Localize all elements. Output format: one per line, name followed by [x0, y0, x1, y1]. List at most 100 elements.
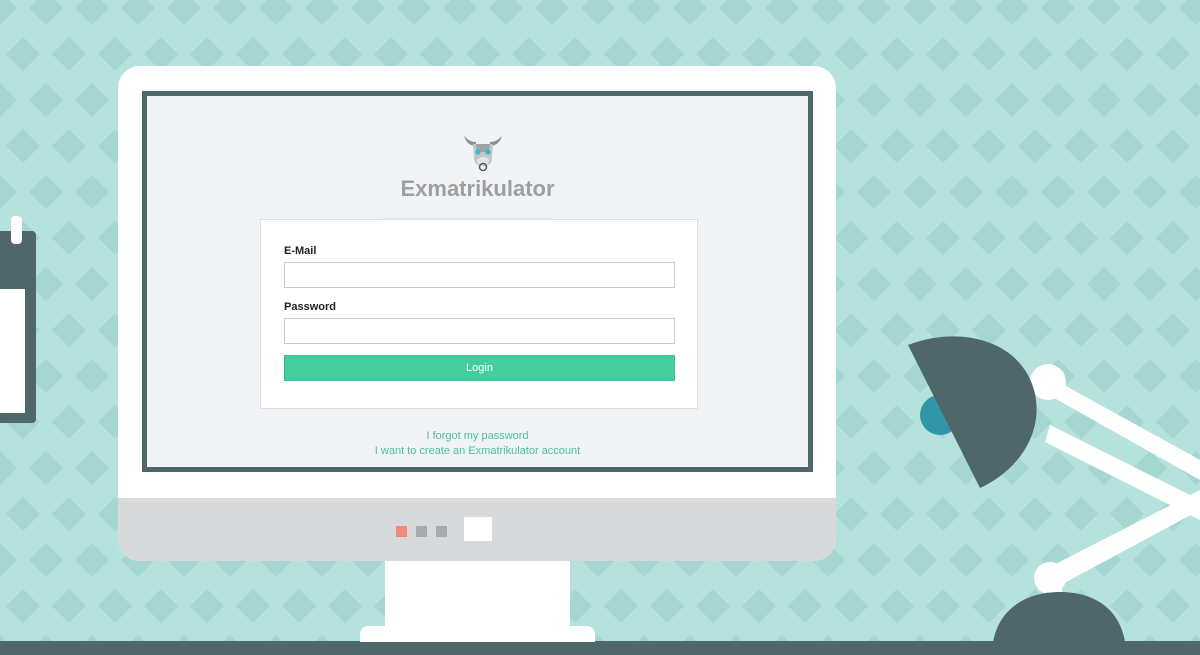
background-diamond — [673, 0, 707, 25]
monitor-stand-base — [360, 626, 595, 642]
background-diamond — [857, 175, 891, 209]
monitor-stand-neck — [385, 560, 570, 630]
background-diamond — [29, 451, 63, 485]
background-diamond — [1041, 83, 1075, 117]
app-title: Exmatrikulator — [400, 176, 555, 201]
background-diamond — [1179, 83, 1200, 117]
screen: Exmatrikulator E-Mail Password Login I f… — [142, 91, 813, 472]
background-diamond — [627, 0, 661, 25]
background-diamond — [75, 451, 109, 485]
background-diamond — [6, 37, 40, 71]
background-diamond — [604, 589, 638, 623]
background-diamond — [0, 0, 17, 25]
background-diamond — [926, 129, 960, 163]
background-diamond — [29, 175, 63, 209]
background-diamond — [1133, 267, 1167, 301]
email-label: E-Mail — [284, 245, 317, 257]
background-diamond — [834, 129, 868, 163]
background-diamond — [972, 129, 1006, 163]
background-diamond — [259, 0, 293, 25]
background-diamond — [0, 543, 17, 577]
background-diamond — [1018, 221, 1052, 255]
background-diamond — [857, 543, 891, 577]
background-diamond — [98, 589, 132, 623]
background-diamond — [650, 589, 684, 623]
background-diamond — [1064, 129, 1098, 163]
background-diamond — [949, 175, 983, 209]
indicator-dot — [436, 526, 447, 537]
background-diamond — [328, 589, 362, 623]
create-account-link[interactable]: I want to create an Exmatrikulator accou… — [147, 445, 808, 457]
background-diamond — [834, 405, 868, 439]
email-field[interactable] — [284, 262, 675, 288]
background-diamond — [29, 83, 63, 117]
desk-lamp — [908, 336, 1200, 655]
background-diamond — [857, 451, 891, 485]
background-diamond — [236, 589, 270, 623]
background-diamond — [857, 83, 891, 117]
background-diamond — [949, 267, 983, 301]
background-diamond — [29, 0, 63, 25]
background-diamond — [190, 589, 224, 623]
background-diamond — [121, 0, 155, 25]
background-diamond — [6, 589, 40, 623]
background-diamond — [1179, 267, 1200, 301]
monitor-home-button — [464, 517, 492, 541]
background-diamond — [995, 83, 1029, 117]
background-diamond — [857, 0, 891, 25]
background-diamond — [834, 313, 868, 347]
background-diamond — [1110, 37, 1144, 71]
background-diamond — [903, 83, 937, 117]
background-diamond — [1087, 83, 1121, 117]
background-diamond — [305, 0, 339, 25]
background-diamond — [696, 589, 730, 623]
background-diamond — [282, 589, 316, 623]
background-diamond — [765, 0, 799, 25]
background-diamond — [1064, 221, 1098, 255]
background-diamond — [880, 221, 914, 255]
background-diamond — [719, 0, 753, 25]
background-diamond — [1110, 129, 1144, 163]
background-diamond — [1087, 0, 1121, 25]
background-diamond — [75, 359, 109, 393]
background-diamond — [742, 589, 776, 623]
background-diamond — [75, 267, 109, 301]
background-diamond — [443, 0, 477, 25]
background-diamond — [52, 313, 86, 347]
background-diamond — [834, 589, 868, 623]
wall-calendar-ring — [11, 216, 22, 244]
background-diamond — [811, 0, 845, 25]
background-diamond — [52, 497, 86, 531]
background-diamond — [0, 451, 17, 485]
background-diamond — [1133, 0, 1167, 25]
background-diamond — [1041, 267, 1075, 301]
background-diamond — [75, 0, 109, 25]
background-diamond — [995, 0, 1029, 25]
background-diamond — [0, 175, 17, 209]
background-diamond — [213, 0, 247, 25]
background-diamond — [52, 589, 86, 623]
background-diamond — [397, 0, 431, 25]
wall-calendar-page — [0, 289, 25, 413]
background-diamond — [949, 0, 983, 25]
indicator-dot-active — [396, 526, 407, 537]
forgot-password-link[interactable]: I forgot my password — [147, 430, 808, 442]
background-diamond — [1133, 83, 1167, 117]
password-field[interactable] — [284, 318, 675, 344]
background-diamond — [6, 129, 40, 163]
background-diamond — [1018, 129, 1052, 163]
background-diamond — [903, 175, 937, 209]
background-diamond — [834, 37, 868, 71]
background-diamond — [1156, 221, 1190, 255]
background-diamond — [98, 37, 132, 71]
background-diamond — [52, 221, 86, 255]
indicator-dot — [416, 526, 427, 537]
background-diamond — [972, 37, 1006, 71]
background-diamond — [995, 267, 1029, 301]
login-button[interactable]: Login — [284, 355, 675, 381]
background-diamond — [995, 175, 1029, 209]
background-diamond — [880, 37, 914, 71]
password-label: Password — [284, 301, 336, 313]
background-diamond — [52, 37, 86, 71]
background-diamond — [144, 589, 178, 623]
